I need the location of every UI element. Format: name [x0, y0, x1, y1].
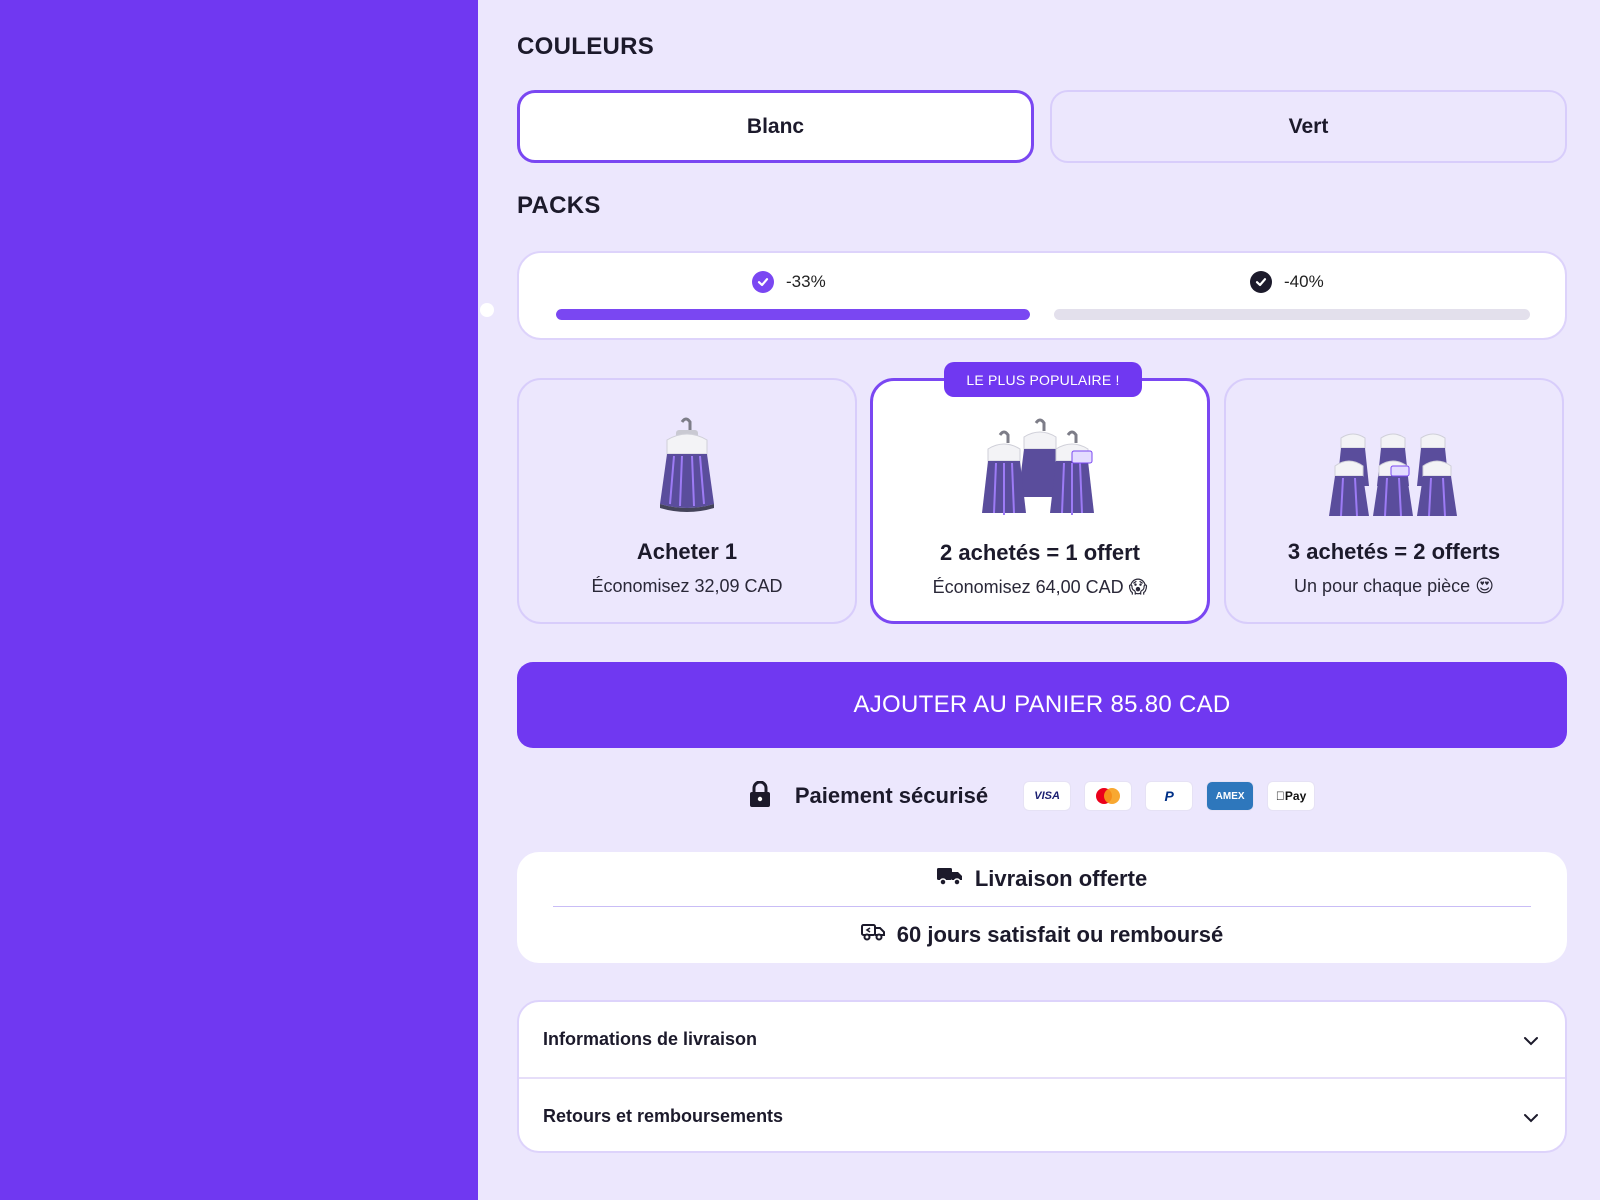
pack-subtitle: Un pour chaque pièce 😍 [1294, 576, 1494, 596]
discount-tier-2: -40% [1250, 271, 1324, 293]
accordion-label: Retours et remboursements [543, 1106, 784, 1126]
discount-progress: -33% -40% [517, 251, 1567, 340]
add-to-cart-button[interactable]: AJOUTER AU PANIER 85.80 CAD [517, 662, 1567, 748]
paypal-icon: P [1146, 782, 1193, 810]
pack-subtitle: Économisez 32,09 CAD [591, 576, 783, 596]
pack-title: 2 achetés = 1 offert [940, 540, 1140, 565]
color-option-blanc[interactable]: Blanc [517, 90, 1034, 163]
truck-icon [936, 866, 963, 892]
visa-icon: VISA [1024, 782, 1071, 810]
discount-tier-1: -33% [752, 271, 826, 293]
money-back-label: 60 jours satisfait ou remboursé [896, 922, 1224, 947]
mastercard-icon [1085, 782, 1132, 810]
progress-bar-fill [556, 309, 1030, 320]
discount-tier-label: -33% [786, 272, 826, 291]
color-option-vert[interactable]: Vert [1050, 90, 1567, 163]
money-back-row: 60 jours satisfait ou remboursé [517, 922, 1567, 948]
free-shipping-label: Livraison offerte [974, 866, 1148, 891]
guarantees-card: Livraison offerte 60 jours satisfait ou … [517, 852, 1567, 963]
check-circle-icon [752, 271, 774, 293]
five-lamps-icon [1226, 408, 1562, 516]
free-shipping-row: Livraison offerte [517, 866, 1567, 892]
three-lamps-icon [873, 409, 1207, 517]
chevron-down-icon [1523, 1107, 1539, 1128]
amex-icon: AMEX [1207, 782, 1254, 810]
popular-badge: LE PLUS POPULAIRE ! [944, 362, 1142, 397]
return-truck-icon [860, 922, 885, 948]
discount-tier-label: -40% [1284, 272, 1324, 291]
accordion-label: Informations de livraison [543, 1029, 758, 1049]
accordion-shipping-info[interactable]: Informations de livraison [519, 1002, 1565, 1077]
pack-option-1[interactable]: Acheter 1 Économisez 32,09 CAD [517, 378, 857, 624]
pack-option-3[interactable]: 3 achetés = 2 offerts Un pour chaque piè… [1224, 378, 1564, 624]
info-accordion: Informations de livraison Retours et rem… [517, 1000, 1567, 1153]
check-circle-icon [1250, 271, 1272, 293]
emoji-icon: 😱 [1128, 577, 1148, 597]
applepay-icon: Pay [1268, 782, 1315, 810]
pack-title: 3 achetés = 2 offerts [1287, 539, 1501, 564]
secure-payment: Paiement sécurisé VISA P AMEX Pay [478, 778, 1600, 814]
colors-title: COULEURS [517, 33, 655, 60]
product-gallery-panel [0, 0, 478, 1200]
divider [553, 906, 1531, 907]
pack-option-2[interactable]: 2 achetés = 1 offert Économisez 64,00 CA… [870, 378, 1210, 624]
packs-title: PACKS [517, 192, 601, 219]
product-form: COULEURS Blanc Vert PACKS -33% -40% Ache… [478, 0, 1600, 1200]
single-lamp-icon [519, 408, 855, 516]
pack-subtitle: Économisez 64,00 CAD 😱 [932, 577, 1148, 597]
progress-bar-tier-1 [556, 309, 1030, 320]
chevron-down-icon [1523, 1030, 1539, 1051]
progress-bar-tier-2 [1054, 309, 1530, 320]
emoji-icon: 😍 [1475, 576, 1494, 596]
pack-title: Acheter 1 [636, 539, 738, 564]
lock-icon [749, 780, 771, 812]
accordion-returns[interactable]: Retours et remboursements [519, 1079, 1565, 1151]
secure-payment-label: Paiement sécurisé [794, 783, 989, 808]
